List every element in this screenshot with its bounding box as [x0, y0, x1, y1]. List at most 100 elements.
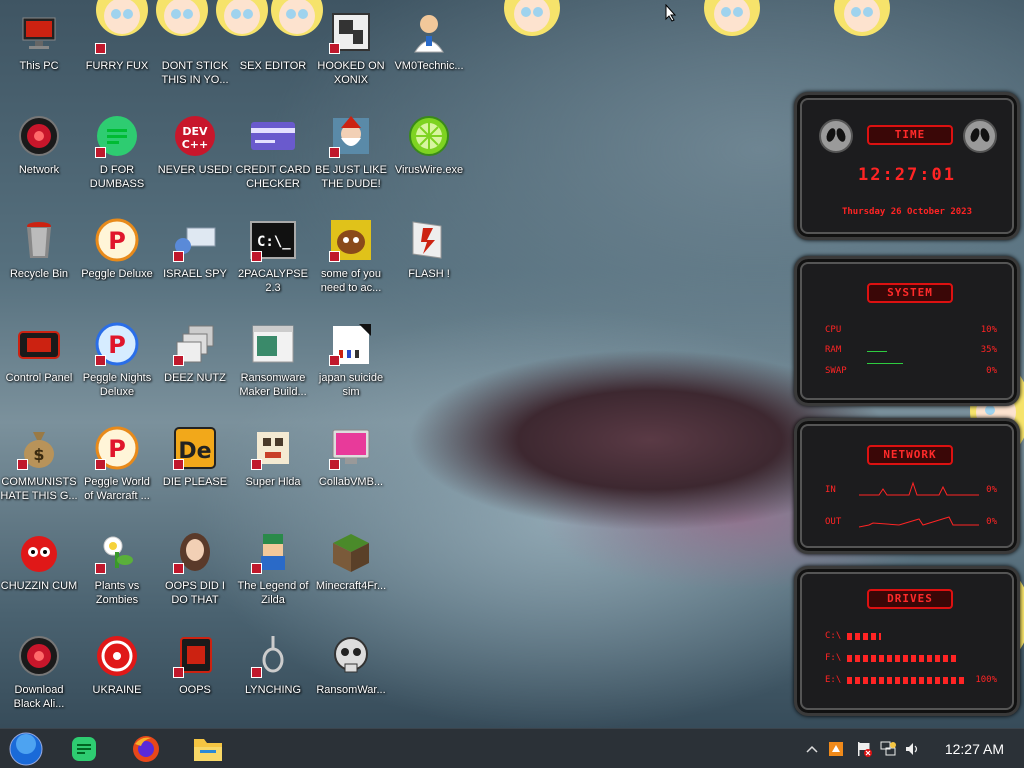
shortcut-arrow-icon [329, 43, 340, 54]
desktop-icon-deez-nutz[interactable]: DEEZ NUTZ [156, 320, 234, 385]
desktop-icon-label: FLASH ! [408, 268, 450, 280]
taskbar-file-explorer[interactable] [190, 733, 226, 765]
desktop-icon-download-black-ali[interactable]: Download Black Ali... [0, 632, 78, 711]
start-button[interactable] [8, 732, 44, 766]
desktop-icon-ransomwar[interactable]: RansomWar... [312, 632, 390, 697]
desktop-icon-die-please[interactable]: De DIE PLEASE [156, 424, 234, 489]
desktop-icon-hooked-on-xonix[interactable]: HOOKED ON XONIX [312, 8, 390, 87]
net-in-label: IN [825, 485, 836, 495]
desktop-icon-chuzzin[interactable]: CHUZZIN CUM [0, 528, 78, 593]
desktop-icon-israel-spy[interactable]: ISRAEL SPY [156, 216, 234, 281]
skull-icon [327, 632, 375, 680]
app-tray-icon[interactable] [828, 741, 844, 757]
desktop-icon-label: OOPS [179, 684, 211, 696]
anime-sticker-icon [830, 0, 894, 40]
pixel-character-icon [249, 424, 297, 472]
desktop-icon-label: japan suicide sim [318, 372, 384, 398]
shortcut-arrow-icon [329, 147, 340, 158]
drives-widget: DRIVES C:\ F:\ E:\ 100% [794, 566, 1020, 716]
monitor-icon [15, 8, 63, 56]
net-out-value: 0% [986, 517, 997, 527]
chevron-up-icon[interactable] [804, 741, 820, 757]
shortcut-arrow-icon [173, 355, 184, 366]
taskbar-clock[interactable]: 12:27 AM [945, 741, 1004, 757]
time-clock: 12:27:01 [858, 165, 956, 185]
desktop-icon-2pacalypse[interactable]: C:\_ 2PACALYPSE 2.3 [234, 216, 312, 295]
desktop-icon-vm0technic[interactable]: VM0Technic... [390, 8, 468, 73]
shortcut-arrow-icon [173, 667, 184, 678]
network-widget: NETWORK IN 0% OUT 0% [794, 418, 1020, 554]
volume-icon[interactable] [904, 741, 920, 757]
desktop-icon-be-just-like-the-dude[interactable]: BE JUST LIKE THE DUDE! [312, 112, 390, 191]
desktop-icon-super-hlda[interactable]: Super Hlda [234, 424, 312, 489]
desktop-icon-ransomware-maker[interactable]: Ransomware Maker Build... [234, 320, 312, 399]
swap-row: SWAP 0% [825, 366, 997, 376]
desktop-icon-label: VirusWire.exe [394, 164, 464, 176]
desktop-icon-peggle-wow[interactable]: P Peggle World of Warcraft ... [78, 424, 156, 503]
de-icon: De [171, 424, 219, 472]
swap-value: 0% [986, 366, 997, 376]
desktop-icon-this-pc[interactable]: This PC [0, 8, 78, 73]
drive-e-bar [847, 677, 965, 684]
svg-text:P: P [108, 331, 126, 359]
network-icon [15, 632, 63, 680]
shortcut-arrow-icon [173, 563, 184, 574]
network-tray-icon[interactable] [880, 741, 896, 757]
desktop-icon-control-panel[interactable]: Control Panel [0, 320, 78, 385]
desktop-icon-network[interactable]: Network [0, 112, 78, 177]
desktop-icon-oops-did-i[interactable]: OOPS DID I DO THAT [156, 528, 234, 607]
svg-text:P: P [108, 435, 126, 463]
mouse-cursor-icon [665, 3, 677, 27]
ram-graph [867, 351, 887, 352]
desktop-icon-peggle-nights[interactable]: P Peggle Nights Deluxe [78, 320, 156, 399]
desktop-icon-label: UKRAINE [92, 684, 142, 696]
desktop-icon-peggle-deluxe[interactable]: P Peggle Deluxe [78, 216, 156, 281]
desktop-icon-minecraft[interactable]: Minecraft4Fr... [312, 528, 390, 593]
credit-card-icon [249, 112, 297, 160]
system-widget: SYSTEM CPU 10% RAM 35% SWAP 0% [794, 256, 1020, 406]
desktop-icon-furry-fux[interactable]: FURRY FUX [78, 8, 156, 73]
alien-head-icon [819, 119, 853, 153]
desktop-icon-d-for-dumbass[interactable]: D FOR DUMBASS [78, 112, 156, 191]
desktop-icon-dont-stick[interactable]: DONT STICK THIS IN YO... [156, 8, 234, 87]
pixel-hero-icon [249, 528, 297, 576]
shortcut-arrow-icon [173, 459, 184, 470]
shortcut-arrow-icon [251, 251, 262, 262]
shortcut-arrow-icon [95, 563, 106, 574]
taskbar-firefox[interactable] [128, 733, 164, 765]
desktop-icon-some-of-you[interactable]: some of you need to ac... [312, 216, 390, 295]
desktop-icon-label: FURRY FUX [85, 60, 149, 72]
desktop-icon-label: RansomWar... [316, 684, 386, 696]
desktop-icon-oops[interactable]: OOPS [156, 632, 234, 697]
dog-icon [327, 216, 375, 264]
window-app-icon [249, 320, 297, 368]
desktop-icon-viruswire[interactable]: VirusWire.exe [390, 112, 468, 177]
desktop-icon-label: LYNCHING [244, 684, 302, 696]
desktop-icon-legend-of-zilda[interactable]: The Legend of Zilda [234, 528, 312, 607]
net-out-label: OUT [825, 517, 842, 527]
svg-text:P: P [108, 227, 126, 255]
desktop-icon-ukraine[interactable]: UKRAINE [78, 632, 156, 697]
desktop-icon-credit-card-checker[interactable]: CREDIT CARD CHECKER [234, 112, 312, 191]
flag-icon[interactable] [856, 741, 872, 757]
taskbar-chat-app[interactable] [66, 733, 102, 765]
desktop-icon-lynching[interactable]: LYNCHING [234, 632, 312, 697]
document-icon [327, 320, 375, 368]
desktop-icon-communists[interactable]: $ COMMUNISTS HATE THIS G... [0, 424, 78, 503]
desktop-icon-collabvmb[interactable]: CollabVMB... [312, 424, 390, 489]
desktop-icon-flash[interactable]: FLASH ! [390, 216, 468, 281]
svg-text:C:\_: C:\_ [257, 234, 291, 250]
desktop-icon-recycle-bin[interactable]: Recycle Bin [0, 216, 78, 281]
peggle-icon: P [93, 424, 141, 472]
desktop-icon-label: OOPS DID I DO THAT [165, 580, 225, 606]
svg-text:$: $ [33, 445, 44, 464]
desktop-icon-japan-suicide-sim[interactable]: japan suicide sim [312, 320, 390, 399]
desktop-icon-sex-editor[interactable]: SEX EDITOR [234, 8, 312, 73]
desktop-icon-plants-vs-zombies[interactable]: Plants vs Zombies [78, 528, 156, 607]
start-orb-icon [9, 732, 43, 766]
desktop-icon-label: Control Panel [5, 372, 73, 384]
cpu-value: 10% [980, 325, 997, 335]
desktop-icon-label: Download Black Ali... [13, 684, 65, 710]
desktop-icon-never-used[interactable]: DEV C++ NEVER USED! [156, 112, 234, 177]
ram-label: RAM [825, 345, 842, 355]
